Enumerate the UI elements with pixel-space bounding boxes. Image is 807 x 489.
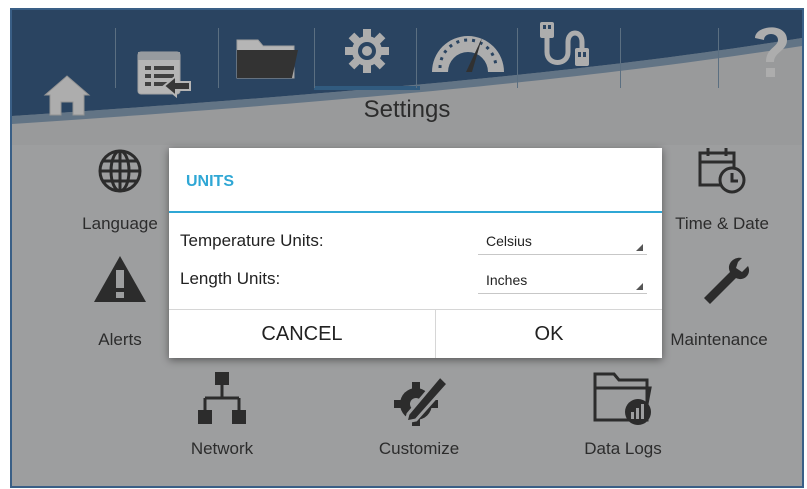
- app-window: Settings Language Time & Date Alerts Mai…: [10, 8, 804, 488]
- dropdown-arrow-icon: [636, 283, 643, 290]
- ok-button[interactable]: OK: [436, 310, 662, 358]
- temperature-units-label: Temperature Units:: [180, 231, 324, 250]
- temperature-units-value: Celsius: [486, 233, 532, 249]
- length-units-value: Inches: [486, 272, 528, 288]
- cancel-button[interactable]: CANCEL: [169, 310, 435, 358]
- dialog-title: UNITS: [186, 173, 234, 190]
- length-units-label: Length Units:: [180, 269, 281, 288]
- dropdown-arrow-icon: [636, 244, 643, 251]
- dialog-title-divider: [169, 211, 662, 213]
- length-units-select[interactable]: Inches: [478, 269, 647, 294]
- units-dialog: UNITS Temperature Units: Celsius Length …: [169, 148, 662, 358]
- temperature-units-select[interactable]: Celsius: [478, 230, 647, 255]
